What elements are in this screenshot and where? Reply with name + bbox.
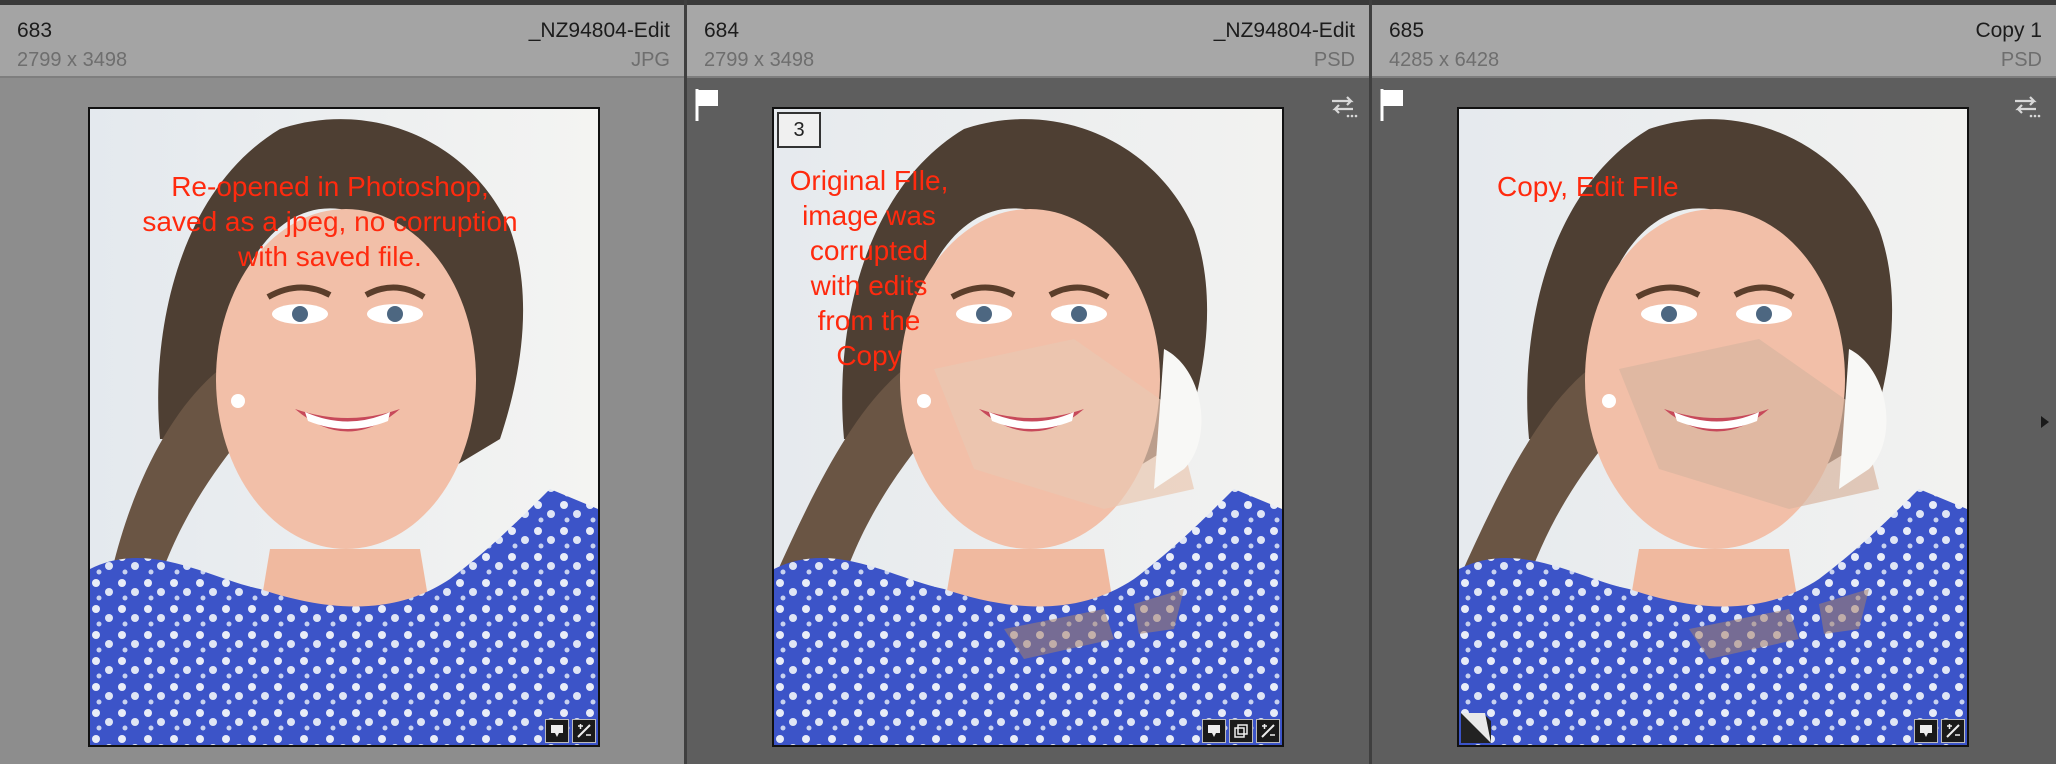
cell-index: 683 xyxy=(17,19,53,42)
cell-dimensions: 4285 x 6428 xyxy=(1389,49,1500,71)
filmstrip-grid: 683 _NZ94804-Edit 2799 x 3498 JPG Re-ope… xyxy=(0,0,2056,764)
badge-group xyxy=(1914,719,1965,743)
cell-header: 683 _NZ94804-Edit 2799 x 3498 JPG xyxy=(0,5,684,78)
cell-filename: _NZ94804-Edit xyxy=(528,19,670,42)
cell-extension: PSD xyxy=(2000,49,2042,71)
thumbnail-image[interactable]: 3 Original FIle, image was corrupted wit… xyxy=(772,107,1284,747)
sync-icon[interactable] xyxy=(2012,93,2042,119)
virtual-copy-corner-icon xyxy=(1461,713,1491,743)
badge-group xyxy=(545,719,596,743)
grid-cell-685[interactable]: 685 Copy 1 4285 x 6428 PSD Copy, Edit FI… xyxy=(1372,0,2056,764)
comment-icon[interactable] xyxy=(545,719,569,743)
annotation-text: Copy, Edit FIle xyxy=(1497,171,1679,202)
cell-extension: PSD xyxy=(1313,49,1355,71)
annotation-text: Original FIle, image was corrupted with … xyxy=(789,165,949,371)
cell-index: 685 xyxy=(1389,19,1425,42)
grid-cell-683[interactable]: 683 _NZ94804-Edit 2799 x 3498 JPG Re-ope… xyxy=(0,0,684,764)
sync-icon[interactable] xyxy=(1329,93,1359,119)
cell-filename: _NZ94804-Edit xyxy=(1213,19,1355,42)
crop-icon[interactable] xyxy=(1229,719,1253,743)
stack-count-badge[interactable]: 3 xyxy=(777,112,821,148)
develop-adjust-icon[interactable] xyxy=(1941,719,1965,743)
cell-header: 685 Copy 1 4285 x 6428 PSD xyxy=(1372,5,2056,78)
annotation-text: Re-opened in Photoshop, saved as a jpeg,… xyxy=(142,171,518,272)
comment-icon[interactable] xyxy=(1914,719,1938,743)
flag-icon[interactable] xyxy=(694,87,722,123)
thumbnail-image[interactable]: Re-opened in Photoshop, saved as a jpeg,… xyxy=(88,107,600,747)
cell-index: 684 xyxy=(704,19,740,42)
flag-icon[interactable] xyxy=(1379,87,1407,123)
grid-cell-684[interactable]: 684 _NZ94804-Edit 2799 x 3498 PSD 3 Orig… xyxy=(687,0,1369,764)
develop-adjust-icon[interactable] xyxy=(1256,719,1280,743)
cell-extension: JPG xyxy=(631,49,670,71)
arrow-right-icon[interactable] xyxy=(2040,415,2050,429)
develop-adjust-icon[interactable] xyxy=(572,719,596,743)
thumbnail-image[interactable]: Copy, Edit FIle xyxy=(1457,107,1969,747)
cell-dimensions: 2799 x 3498 xyxy=(704,49,815,71)
cell-dimensions: 2799 x 3498 xyxy=(17,49,128,71)
badge-group xyxy=(1202,719,1280,743)
portrait-photo xyxy=(1459,109,1967,745)
cell-header: 684 _NZ94804-Edit 2799 x 3498 PSD xyxy=(687,5,1369,78)
comment-icon[interactable] xyxy=(1202,719,1226,743)
cell-filename: Copy 1 xyxy=(1975,19,2042,42)
